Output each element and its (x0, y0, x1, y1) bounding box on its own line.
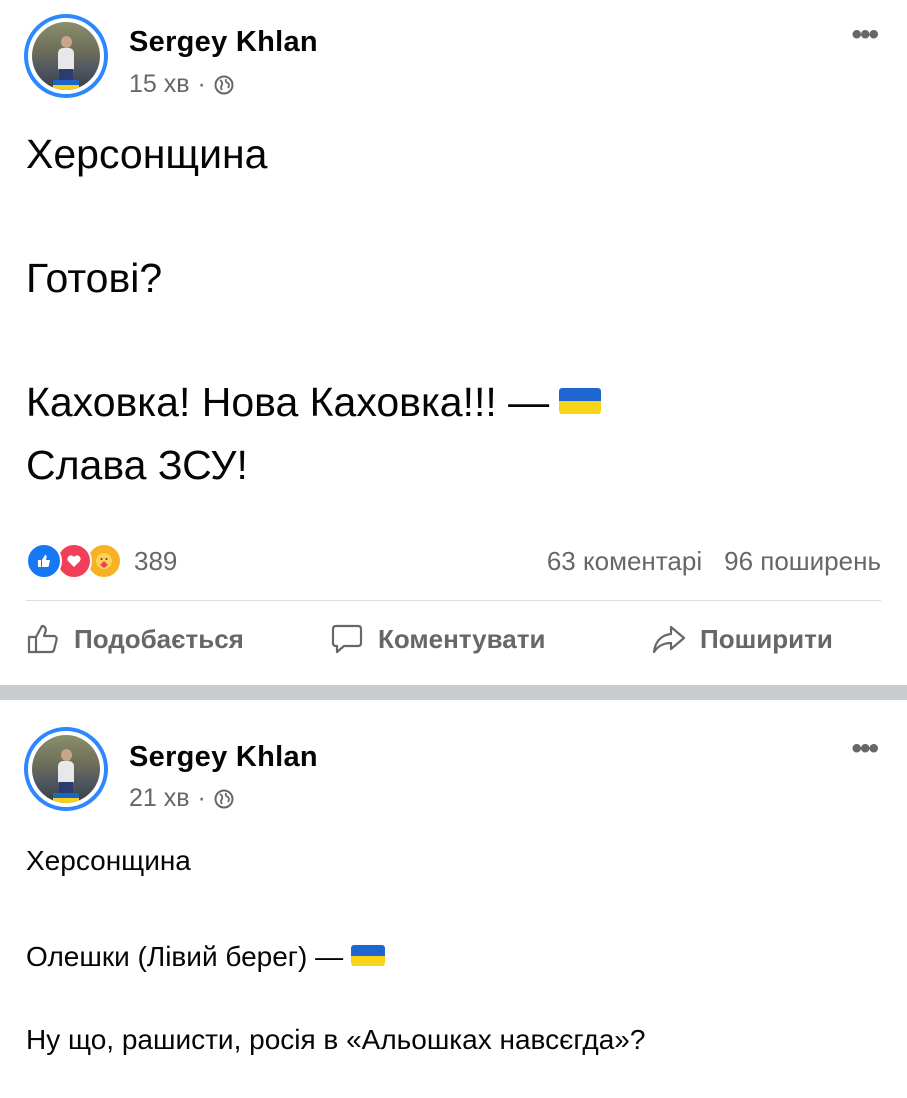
ukraine-flag-icon (351, 945, 386, 967)
share-button[interactable]: Поширити (652, 622, 833, 656)
like-button[interactable]: Подобається (26, 622, 244, 656)
like-label: Подобається (74, 623, 244, 654)
post-line-flag: Каховка! Нова Каховка!!! — (26, 376, 602, 428)
post-card: Sergey Khlan 15 хв · ••• Херсонщина Гото… (0, 0, 907, 685)
post-time[interactable]: 15 хв (129, 70, 190, 99)
post-line: Готові? (26, 255, 163, 301)
post-line: Ну що, рашисти, росія в «Альошках навсєг… (26, 1024, 646, 1055)
post-line-text: Олешки (Лівий берег) — (26, 941, 344, 972)
ukraine-flag-icon (559, 388, 602, 415)
comment-bubble-icon (331, 624, 363, 654)
thumbs-up-icon (27, 624, 58, 654)
share-label: Поширити (700, 623, 833, 654)
avatar-photo (32, 22, 100, 90)
author-name[interactable]: Sergey Khlan (129, 26, 318, 59)
more-horizontal-icon[interactable]: ••• (851, 18, 878, 52)
post-line-text: Каховка! Нова Каховка!!! — (26, 379, 550, 425)
post-time[interactable]: 21 хв (129, 784, 190, 813)
comments-count[interactable]: 63 коментарі (547, 546, 702, 577)
post-line: Херсонщина (26, 845, 191, 876)
globe-icon (214, 75, 234, 94)
post-line: Слава ЗСУ! (26, 442, 248, 488)
feed-separator (0, 685, 907, 700)
share-arrow-icon (652, 625, 686, 654)
avatar-photo (32, 735, 100, 803)
author-avatar[interactable] (24, 14, 108, 98)
post-card: Sergey Khlan 21 хв · ••• Херсонщина Олеш… (0, 700, 907, 1098)
post-stats: 63 коментарі 96 поширень (547, 546, 881, 577)
meta-separator: · (197, 70, 206, 98)
reactions-summary[interactable]: 389 (26, 543, 177, 579)
author-avatar[interactable] (24, 727, 108, 811)
stats-divider (26, 600, 881, 601)
reaction-count: 389 (134, 545, 178, 576)
like-reaction-icon (26, 543, 62, 579)
comment-label: Коментувати (378, 623, 546, 654)
comment-button[interactable]: Коментувати (330, 622, 545, 656)
shares-count[interactable]: 96 поширень (724, 546, 881, 577)
post-line: Херсонщина (26, 131, 268, 177)
post-meta: 15 хв · (129, 70, 234, 99)
more-horizontal-icon[interactable]: ••• (851, 732, 878, 766)
post-meta: 21 хв · (129, 784, 234, 813)
author-name[interactable]: Sergey Khlan (129, 741, 318, 774)
globe-icon (214, 789, 234, 808)
post-line-flag: Олешки (Лівий берег) — (26, 940, 386, 974)
meta-separator: · (197, 784, 206, 812)
